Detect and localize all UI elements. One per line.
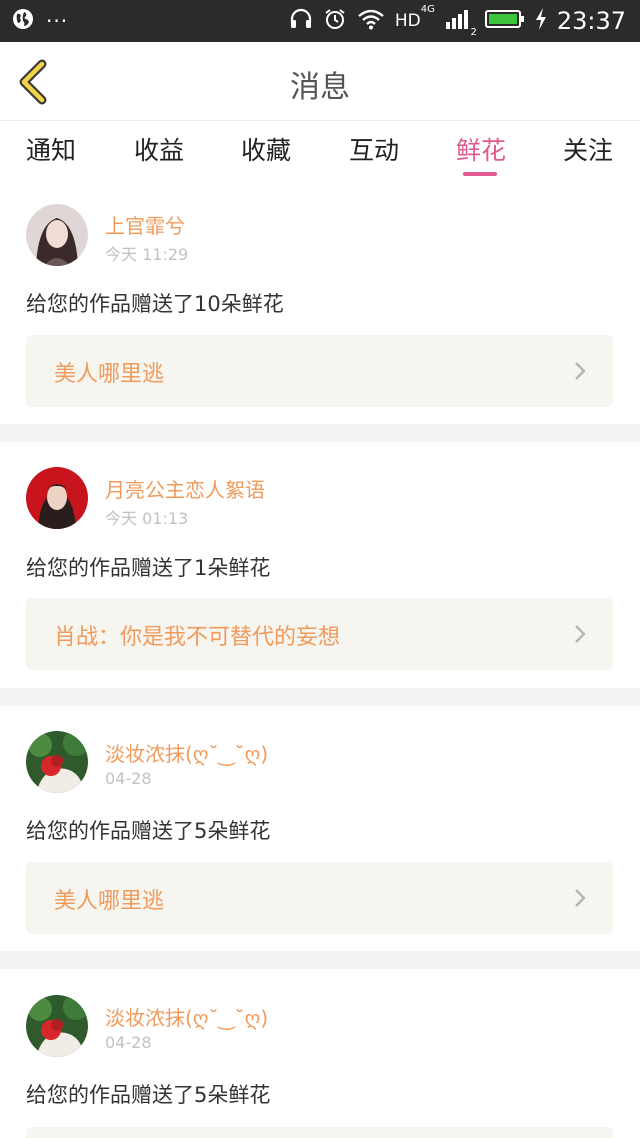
tab-flowers[interactable]: 鲜花 [436,131,526,167]
clock: 23:37 [556,7,626,35]
charging-icon [535,8,547,34]
message-card: 上官霏兮 今天 11:29 给您的作品赠送了10朵鲜花 美人哪里逃 [0,180,640,424]
sim-label: 2 [470,27,477,38]
tab-favorites[interactable]: 收藏 [221,131,311,167]
message-time: 04-28 [105,1033,152,1052]
network-label: HD [394,11,421,31]
message-time: 04-28 [105,769,152,788]
tab-earnings[interactable]: 收益 [114,131,204,167]
work-title: 美人哪里逃 [54,889,165,914]
page-title: 消息 [290,70,350,105]
work-link[interactable]: 美人哪里逃 [26,862,613,934]
tab-following[interactable]: 关注 [543,131,633,167]
message-time: 今天 11:29 [105,245,189,264]
status-bar: ··· HD4G 2 23:37 [0,0,640,42]
work-title: 美人哪里逃 [54,362,165,387]
tab-notifications[interactable]: 通知 [6,131,96,167]
chevron-right-icon [573,623,587,645]
network-type: HD4G [394,4,435,31]
chevron-right-icon [573,360,587,382]
sender-name[interactable]: 月亮公主恋人絮语 [105,474,265,503]
battery-icon [484,9,525,33]
app-header: 消息 [0,42,640,120]
work-link[interactable] [26,1127,613,1138]
message-text: 给您的作品赠送了5朵鲜花 [26,1083,271,1107]
message-card: 淡妆浓抹(ღ˘‿˘ღ) 04-28 给您的作品赠送了5朵鲜花 [0,969,640,1138]
divider [0,951,640,969]
work-link[interactable]: 美人哪里逃 [26,335,613,407]
avatar[interactable] [26,731,88,793]
message-text: 给您的作品赠送了10朵鲜花 [26,292,284,316]
globe-icon [12,8,34,34]
work-link[interactable]: 肖战：你是我不可替代的妄想 [26,598,613,670]
work-title: 肖战：你是我不可替代的妄想 [54,625,341,650]
sender-name[interactable]: 淡妆浓抹(ღ˘‿˘ღ) [105,1002,268,1031]
active-tab-indicator [463,172,497,176]
message-card: 月亮公主恋人絮语 今天 01:13 给您的作品赠送了1朵鲜花 肖战：你是我不可替… [0,442,640,688]
message-time: 今天 01:13 [105,509,189,528]
tab-bar: 通知 收益 收藏 互动 鲜花 关注 [0,120,640,180]
avatar[interactable] [26,995,88,1057]
network-sup-label: 4G [420,4,435,16]
chevron-right-icon [573,887,587,909]
wifi-icon [357,8,385,34]
message-text: 给您的作品赠送了1朵鲜花 [26,556,271,580]
avatar[interactable] [26,467,88,529]
signal-icon: 2 [445,8,477,38]
message-text: 给您的作品赠送了5朵鲜花 [26,819,271,843]
message-card: 淡妆浓抹(ღ˘‿˘ღ) 04-28 给您的作品赠送了5朵鲜花 美人哪里逃 [0,706,640,951]
sender-name[interactable]: 上官霏兮 [105,210,185,239]
sender-name[interactable]: 淡妆浓抹(ღ˘‿˘ღ) [105,738,268,767]
alarm-icon [323,7,347,35]
headphones-icon [289,8,313,34]
tab-interactions[interactable]: 互动 [329,131,419,167]
avatar[interactable] [26,204,88,266]
divider [0,424,640,442]
notification-dots: ··· [46,9,69,33]
divider [0,688,640,706]
